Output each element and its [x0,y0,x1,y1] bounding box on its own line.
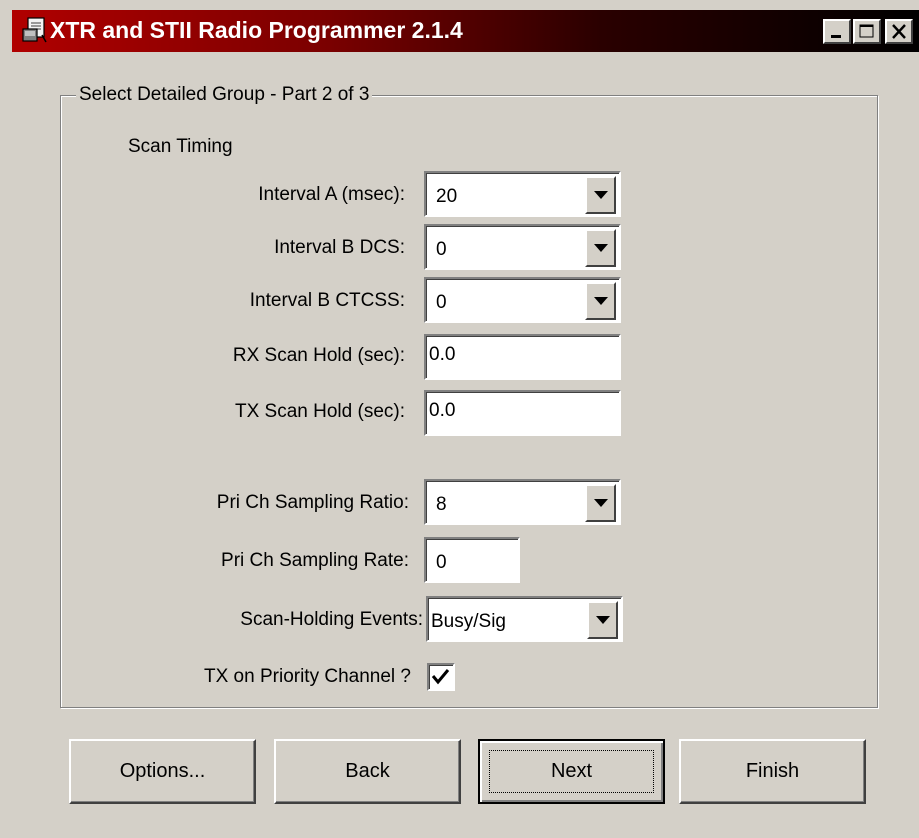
scan-holding-events-value: Busy/Sig [431,611,506,632]
interval-b-dcs-dropdown-button[interactable] [585,229,616,267]
pri-sampling-ratio-value: 8 [436,494,447,515]
next-button-label: Next [550,760,593,782]
pri-sampling-ratio-label: Pri Ch Sampling Ratio: [216,492,409,513]
tx-priority-label: TX on Priority Channel ? [204,666,411,687]
chevron-down-icon [594,297,608,305]
options-button-label: Options... [119,760,206,782]
rx-scan-hold-label: RX Scan Hold (sec): [232,345,405,366]
close-icon [892,24,906,39]
pri-sampling-ratio-dropdown-button[interactable] [585,484,616,522]
maximize-icon [859,24,874,38]
rx-scan-hold-input[interactable]: 0.0 [424,334,621,380]
pri-sampling-ratio-combo[interactable]: 8 [424,479,621,525]
scan-holding-events-combo[interactable]: Busy/Sig [426,596,623,642]
back-button[interactable]: Back [274,739,461,804]
chevron-down-icon [596,616,610,624]
interval-a-label: Interval A (msec): [258,184,405,205]
pri-sampling-rate-value: 0 [436,552,447,573]
rx-scan-hold-value: 0.0 [429,344,456,365]
interval-b-ctcss-dropdown-button[interactable] [585,282,616,320]
interval-a-combo[interactable]: 20 [424,171,621,217]
tx-scan-hold-input[interactable]: 0.0 [424,390,621,436]
app-icon [22,17,47,43]
finish-button-label: Finish [745,760,800,782]
interval-b-ctcss-combo[interactable]: 0 [424,277,621,323]
interval-a-value: 20 [436,186,458,207]
close-button[interactable] [885,19,913,44]
finish-button[interactable]: Finish [679,739,866,804]
interval-a-dropdown-button[interactable] [585,176,616,214]
interval-b-ctcss-value: 0 [436,292,447,313]
chevron-down-icon [594,191,608,199]
maximize-button[interactable] [853,19,881,44]
interval-b-dcs-value: 0 [436,239,447,260]
tx-scan-hold-value: 0.0 [429,400,456,421]
minimize-button[interactable] [823,19,851,44]
pri-sampling-rate-label: Pri Ch Sampling Rate: [221,550,409,571]
group-box-legend: Select Detailed Group - Part 2 of 3 [76,84,373,106]
window-title: XTR and STII Radio Programmer 2.1.4 [50,17,463,43]
chevron-down-icon [594,244,608,252]
checkmark-icon [431,669,450,685]
title-bar[interactable]: XTR and STII Radio Programmer 2.1.4 [12,10,919,52]
interval-b-ctcss-label: Interval B CTCSS: [249,290,405,311]
scan-holding-events-dropdown-button[interactable] [587,601,618,639]
back-button-label: Back [345,760,390,782]
minimize-icon [831,35,841,38]
interval-b-dcs-combo[interactable]: 0 [424,224,621,270]
next-button[interactable]: Next [478,739,665,804]
chevron-down-icon [594,499,608,507]
pri-sampling-rate-input[interactable]: 0 [424,537,520,583]
tx-scan-hold-label: TX Scan Hold (sec): [235,401,405,422]
interval-b-dcs-label: Interval B DCS: [274,237,405,258]
tx-priority-checkbox[interactable] [427,663,455,691]
section-title: Scan Timing [128,136,233,157]
options-button[interactable]: Options... [69,739,256,804]
app-window: XTR and STII Radio Programmer 2.1.4 Sele… [0,0,919,838]
scan-holding-events-label: Scan-Holding Events: [240,609,423,630]
